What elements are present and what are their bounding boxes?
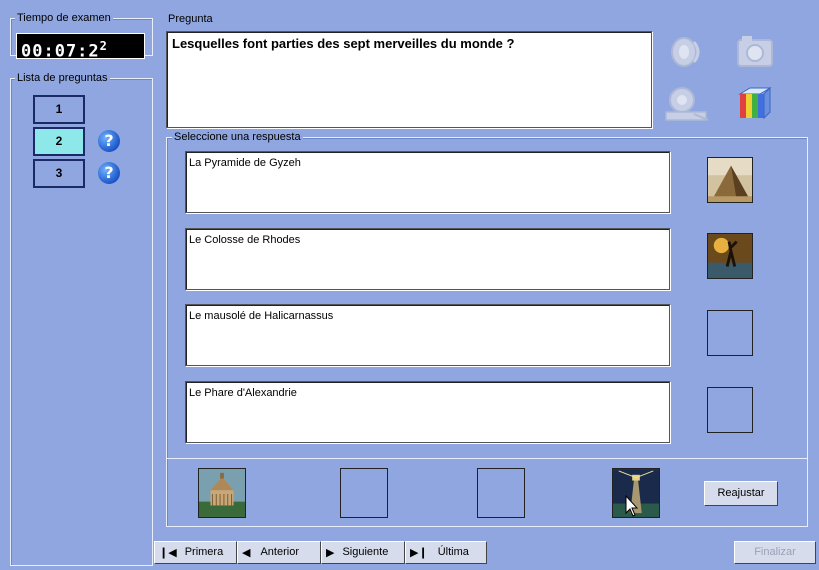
answer-option-3[interactable]: Le mausolé de Halicarnassus — [185, 304, 670, 366]
finish-button[interactable]: Finalizar — [734, 541, 816, 564]
question-button-2[interactable]: 2 — [33, 127, 85, 156]
answers-divider — [166, 458, 807, 459]
answer-option-2[interactable]: Le Colosse de Rhodes — [185, 228, 670, 290]
drag-image-slot-3[interactable] — [477, 468, 525, 518]
first-icon: ❙◀ — [159, 546, 177, 559]
answer-image-slot-3[interactable] — [707, 310, 753, 356]
mouse-cursor-icon — [625, 495, 639, 517]
previous-button[interactable]: ◀ Anterior — [237, 541, 321, 564]
question-mark-icon: ? — [98, 162, 120, 184]
camera-icon[interactable] — [732, 32, 778, 72]
question-text: Lesquelles font parties des sept merveil… — [166, 31, 652, 128]
timer-value: 00:07:2 — [21, 41, 100, 62]
sound-icon[interactable] — [664, 32, 710, 72]
answers-legend: Seleccione una respuesta — [172, 131, 303, 143]
last-button[interactable]: ▶❙ Última — [405, 541, 487, 564]
answer-image-slot-4[interactable] — [707, 387, 753, 433]
question-mark-icon: ? — [98, 130, 120, 152]
last-icon: ▶❙ — [410, 546, 428, 559]
question-list-legend: Lista de preguntas — [15, 72, 110, 84]
first-button[interactable]: ❙◀ Primera — [154, 541, 237, 564]
next-button[interactable]: ▶ Siguiente — [321, 541, 405, 564]
timer-legend: Tiempo de examen — [15, 12, 113, 24]
video-icon[interactable] — [664, 84, 710, 124]
color-palette-icon[interactable] — [732, 84, 778, 124]
pyramid-image[interactable] — [707, 157, 753, 203]
colossus-image[interactable] — [707, 233, 753, 279]
next-icon: ▶ — [326, 546, 335, 559]
mausoleum-image[interactable] — [198, 468, 246, 518]
timer-superscript: 2 — [99, 39, 108, 53]
answer-option-1[interactable]: La Pyramide de Gyzeh — [185, 151, 670, 213]
question-legend: Pregunta — [166, 13, 215, 25]
drag-image-slot-2[interactable] — [340, 468, 388, 518]
exam-timer: 00:07:22 — [16, 33, 145, 62]
question-button-3[interactable]: 3 — [33, 159, 85, 188]
answer-option-4[interactable]: Le Phare d'Alexandrie — [185, 381, 670, 443]
previous-icon: ◀ — [242, 546, 251, 559]
reset-button[interactable]: Reajustar — [704, 481, 778, 506]
question-button-1[interactable]: 1 — [33, 95, 85, 124]
